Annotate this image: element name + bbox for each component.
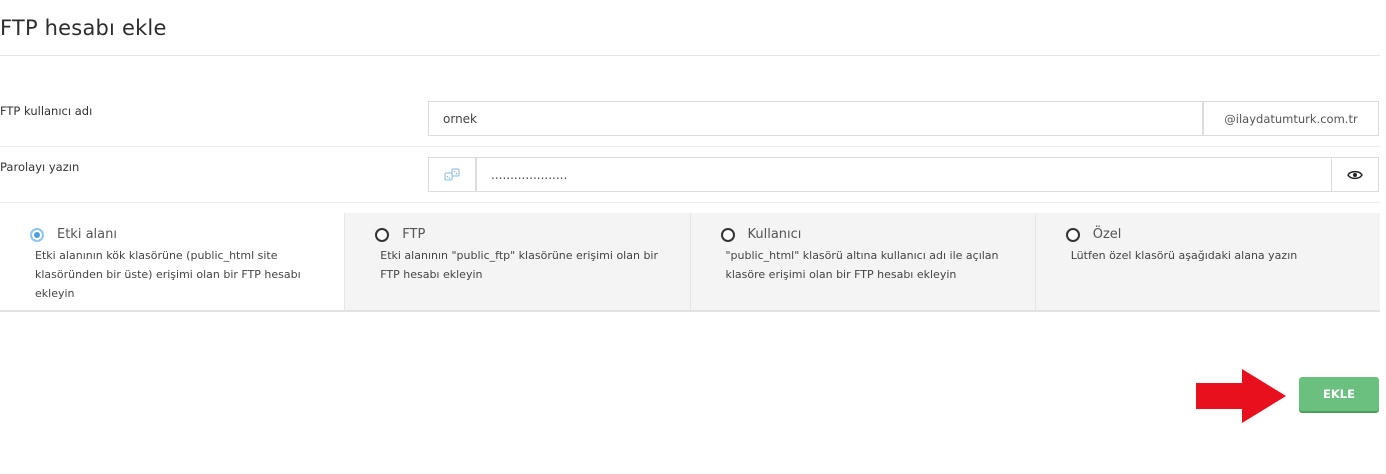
username-field-wrapper — [428, 101, 1203, 136]
password-label: Parolayı yazın — [0, 160, 80, 174]
username-input[interactable] — [429, 102, 1202, 135]
red-arrow-icon — [1196, 369, 1286, 423]
directory-type-options: Etki alanı Etki alanının kök klasörüne (… — [0, 213, 1380, 312]
username-label: FTP kullanıcı adı — [0, 104, 93, 118]
radio-user[interactable] — [720, 228, 735, 242]
option-title: FTP — [402, 227, 426, 242]
option-user[interactable]: Kullanıcı "public_html" klasörü altına k… — [690, 213, 1036, 310]
option-title: Kullanıcı — [747, 227, 802, 242]
option-title: Etki alanı — [57, 227, 117, 242]
radio-ftp[interactable] — [375, 228, 390, 242]
add-ftp-account-page: FTP hesabı ekle FTP kullanıcı adı @ilayd… — [0, 0, 1386, 474]
domain-suffix: @ilaydatumturk.com.tr — [1203, 101, 1379, 136]
option-title: Özel — [1092, 227, 1122, 242]
option-description: Lütfen özel klasörü aşağıdaki alana yazı… — [1070, 249, 1298, 262]
title-divider — [0, 55, 1380, 56]
generate-password-button[interactable] — [428, 157, 476, 192]
add-button[interactable]: EKLE — [1299, 377, 1379, 411]
page-title: FTP hesabı ekle — [0, 16, 167, 40]
option-description: Etki alanının "public_ftp" klasörüne eri… — [380, 249, 658, 281]
row-divider — [0, 146, 1380, 147]
option-description: "public_html" klasörü altına kullanıcı a… — [725, 249, 999, 281]
eye-icon — [1347, 170, 1363, 179]
option-domain[interactable]: Etki alanı Etki alanının kök klasörüne (… — [0, 213, 346, 310]
toggle-password-button[interactable] — [1331, 157, 1379, 192]
radio-domain[interactable] — [30, 228, 44, 242]
option-ftp[interactable]: FTP Etki alanının "public_ftp" klasörüne… — [345, 213, 691, 310]
row-divider — [0, 202, 1380, 203]
password-input[interactable] — [477, 158, 1331, 191]
radio-custom[interactable] — [1065, 228, 1080, 242]
option-custom[interactable]: Özel Lütfen özel klasörü aşağıdaki alana… — [1035, 213, 1380, 310]
password-field-wrapper — [476, 157, 1332, 192]
dice-icon — [444, 168, 460, 180]
option-description: Etki alanının kök klasörüne (public_html… — [35, 249, 301, 300]
